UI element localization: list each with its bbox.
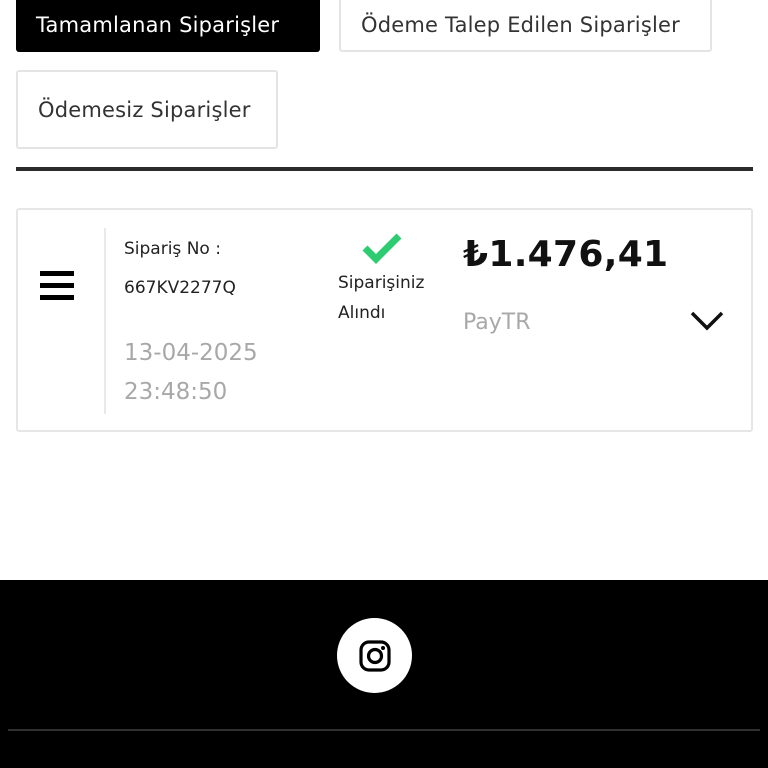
order-total: ₺1.476,41 [463, 234, 669, 275]
order-card: Sipariş No : 667KV2277Q 13-04-2025 23:48… [16, 208, 753, 432]
footer [0, 580, 768, 768]
payment-method: PayTR [463, 310, 531, 335]
card-separator [104, 228, 106, 414]
tabs-divider [16, 167, 753, 171]
menu-icon[interactable] [40, 271, 74, 300]
order-number: 667KV2277Q [124, 278, 236, 298]
order-status: Siparişiniz Alındı [338, 273, 425, 323]
instagram-button[interactable] [337, 618, 412, 693]
tab-completed-orders[interactable]: Tamamlanan Siparişler [16, 0, 320, 52]
instagram-icon [358, 639, 391, 672]
footer-divider [8, 729, 760, 731]
tab-payment-requested-label: Ödeme Talep Edilen Siparişler [361, 13, 680, 37]
order-number-label: Sipariş No : [124, 239, 221, 259]
order-date: 13-04-2025 [124, 340, 258, 366]
tab-unpaid-orders[interactable]: Ödemesiz Siparişler [16, 70, 278, 149]
tab-unpaid-label: Ödemesiz Siparişler [38, 97, 251, 122]
chevron-down-icon[interactable] [690, 310, 724, 332]
order-time: 23:48:50 [124, 379, 228, 405]
tab-payment-requested-orders[interactable]: Ödeme Talep Edilen Siparişler [339, 0, 712, 52]
check-icon [362, 233, 402, 264]
orders-page: Tamamlanan Siparişler Ödeme Talep Edilen… [0, 0, 768, 768]
tab-completed-label: Tamamlanan Siparişler [36, 13, 280, 37]
